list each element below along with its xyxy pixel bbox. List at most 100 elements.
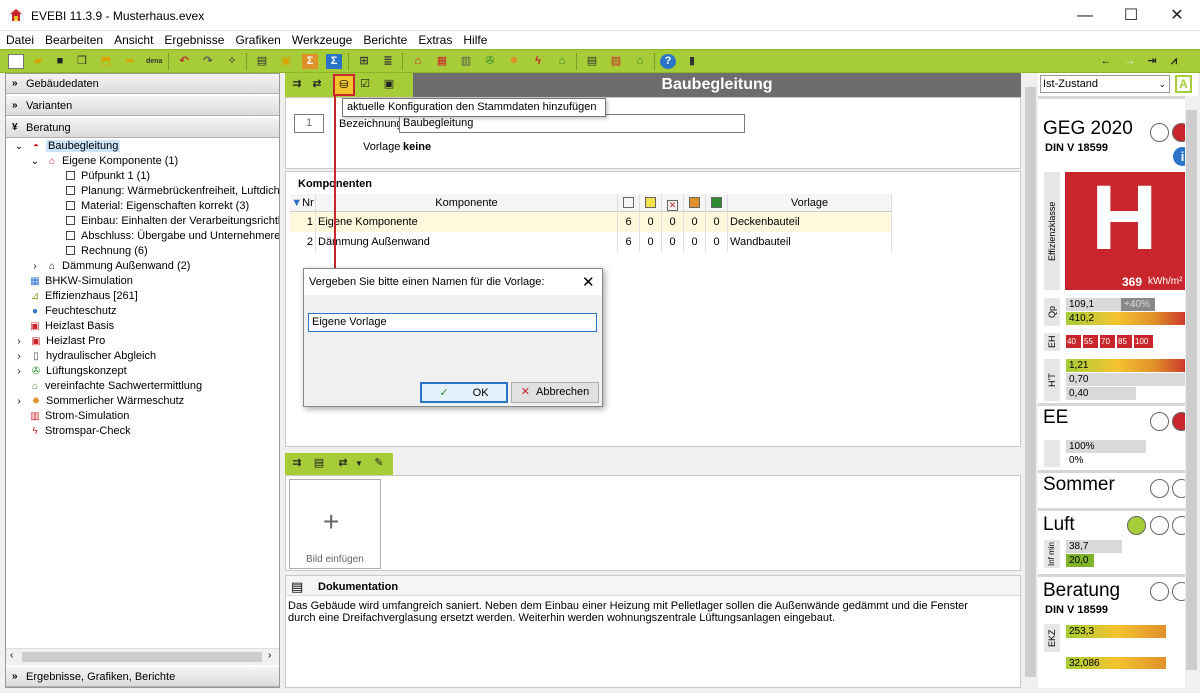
collapse-arrow-icon[interactable]: ›	[12, 364, 26, 379]
col-nr[interactable]: ▼Nr	[290, 194, 316, 212]
table-row[interactable]: 1 Eigene Komponente 6 0 0 0 0 Deckenbaut…	[290, 212, 892, 232]
import-icon[interactable]: ⬒	[98, 54, 114, 69]
tree-item-hydraulik[interactable]: › ▯ hydraulischer Abgleich	[12, 349, 156, 364]
tree-item-lueftung[interactable]: › ✇ Lüftungskonzept	[12, 364, 126, 379]
pin-right-icon[interactable]: ⇥	[1144, 54, 1160, 69]
col-status-empty[interactable]	[618, 194, 640, 212]
minimize-button[interactable]: —	[1062, 0, 1108, 31]
menu-extras[interactable]: Extras	[412, 31, 457, 47]
right-scrollbar[interactable]	[1185, 96, 1198, 688]
tree-item-abschluss[interactable]: Abschluss: Übergabe und Unternehmererkla	[66, 229, 279, 244]
print-report-icon[interactable]: ▨	[608, 54, 624, 69]
cancel-button[interactable]: ✕ Abbrechen	[511, 382, 599, 403]
col-komponente[interactable]: Komponente	[316, 194, 618, 212]
add-item-icon[interactable]: ⇉	[289, 77, 305, 92]
calculator-icon[interactable]: ▣	[278, 54, 294, 69]
tree-item-heizlast-pro[interactable]: › ▣ Heizlast Pro	[12, 334, 105, 349]
tree-item-effizienzhaus[interactable]: ⊿ Effizienzhaus [261]	[28, 289, 138, 304]
redo-icon[interactable]: ↷	[200, 54, 216, 69]
paste-icon[interactable]: ▤	[311, 456, 327, 471]
move-icon[interactable]: ⇄	[309, 77, 325, 92]
scroll-thumb[interactable]	[22, 652, 262, 662]
tree-item-feuchteschutz[interactable]: ● Feuchteschutz	[28, 304, 117, 319]
menu-bearbeiten[interactable]: Bearbeiten	[39, 31, 108, 47]
tree-item-sommer[interactable]: › ✹ Sommerlicher Wärmeschutz	[12, 394, 184, 409]
copy-icon[interactable]: ❐	[74, 54, 90, 69]
ventilation-icon[interactable]: ✇	[482, 54, 498, 69]
export-template-icon[interactable]: ▣	[381, 77, 397, 92]
tree-item-strom-sim[interactable]: ▥ Strom-Simulation	[28, 409, 129, 424]
export-icon[interactable]: ➦	[122, 54, 138, 69]
list-icon[interactable]: ≣	[380, 54, 396, 69]
menu-ergebnisse[interactable]: Ergebnisse	[158, 31, 229, 47]
checkbox-icon[interactable]	[66, 171, 75, 180]
collapse-arrow-icon[interactable]: ›	[12, 334, 26, 349]
vertical-scrollbar[interactable]	[1024, 73, 1037, 688]
scenario-select[interactable]: Ist-Zustand ⌄	[1040, 75, 1170, 93]
tree-item-sachwert[interactable]: ⌂ vereinfachte Sachwertermittlung	[28, 379, 202, 394]
open-folder-icon[interactable]: ▰	[30, 54, 46, 69]
menu-grafiken[interactable]: Grafiken	[229, 31, 285, 47]
tree-item-rechnung[interactable]: Rechnung (6)	[66, 244, 148, 259]
lightning-icon[interactable]: ϟ	[530, 54, 546, 69]
home-check-icon[interactable]: ⌂	[632, 54, 648, 69]
close-button[interactable]: ✕	[1154, 0, 1200, 31]
section-ergebnisse[interactable]: » Ergebnisse, Grafiken, Berichte	[6, 667, 279, 687]
tree-item-einbau[interactable]: Einbau: Einhalten der Verarbeitungsricht…	[66, 214, 279, 229]
calculator-device-icon[interactable]: ▮	[684, 54, 700, 69]
template-name-input[interactable]: Eigene Vorlage	[308, 313, 597, 332]
menu-datei[interactable]: Datei	[0, 31, 39, 47]
house-icon[interactable]: ⌂	[410, 54, 426, 69]
document-icon[interactable]: ▤	[254, 54, 270, 69]
horizontal-scrollbar[interactable]: ‹ ›	[6, 648, 279, 665]
maximize-button[interactable]: ☐	[1108, 0, 1154, 31]
scroll-thumb[interactable]	[1186, 110, 1197, 670]
checklist-icon[interactable]: ☑	[357, 77, 373, 92]
col-vorlage[interactable]: Vorlage	[728, 194, 892, 212]
tree-item-stromspar[interactable]: ϟ Stromspar-Check	[28, 424, 130, 439]
structure-icon[interactable]: ⊞	[356, 54, 372, 69]
add-image-icon[interactable]: ⇉	[289, 456, 305, 471]
menu-ansicht[interactable]: Ansicht	[108, 31, 158, 47]
menu-werkzeuge[interactable]: Werkzeuge	[286, 31, 357, 47]
collapse-arrow-icon[interactable]: ›	[12, 394, 26, 409]
section-beratung[interactable]: ¥ Beratung	[6, 118, 279, 138]
sum-blue-icon[interactable]: Σ	[326, 54, 342, 69]
collapse-arrow-icon[interactable]: ›	[28, 259, 42, 274]
add-to-database-icon[interactable]: ⛁	[333, 74, 355, 96]
undo-icon[interactable]: ↶	[176, 54, 192, 69]
tree-item-planung[interactable]: Planung: Wärmebrückenfreiheit, Luftdicht…	[66, 184, 279, 199]
tree-item-bhkw[interactable]: ▦ BHKW-Simulation	[28, 274, 133, 289]
col-status-yellow[interactable]	[640, 194, 662, 212]
scroll-thumb[interactable]	[1025, 87, 1036, 677]
tree-item-baubegleitung[interactable]: ⌄ ◓ Baubegleitung	[12, 139, 121, 154]
wizard-icon[interactable]: ✧	[224, 54, 240, 69]
scroll-right-icon[interactable]: ›	[268, 650, 271, 661]
tree-item-heizlast-basis[interactable]: ▣ Heizlast Basis	[28, 319, 114, 334]
tree-item-eigene-komponente[interactable]: ⌄ ⌂ Eigene Komponente (1)	[28, 154, 178, 169]
col-status-green[interactable]	[706, 194, 728, 212]
arrow-left-icon[interactable]: ←	[1098, 54, 1114, 69]
checkbox-icon[interactable]	[66, 201, 75, 210]
expand-arrow-icon[interactable]: ⌄	[12, 139, 26, 154]
section-gebaeudedaten[interactable]: » Gebäudedaten	[6, 74, 279, 94]
sum-icon[interactable]: Σ	[302, 54, 318, 69]
documentation-text[interactable]: Das Gebäude wird umfangreich saniert. Ne…	[288, 600, 988, 624]
save-icon[interactable]: ■	[52, 54, 68, 69]
insert-image-tile[interactable]: + Bild einfügen	[289, 479, 381, 569]
ok-button[interactable]: ✓ OK	[420, 382, 508, 403]
report-icon[interactable]: ▦	[434, 54, 450, 69]
dialog-close-icon[interactable]: ✕	[582, 273, 595, 291]
value-house-icon[interactable]: ⌂	[554, 54, 570, 69]
col-status-orange[interactable]	[684, 194, 706, 212]
menu-hilfe[interactable]: Hilfe	[457, 31, 492, 47]
help-icon[interactable]: ?	[660, 54, 676, 69]
scroll-left-icon[interactable]: ‹	[10, 650, 13, 661]
dena-icon[interactable]: dena	[146, 54, 162, 69]
col-status-cross[interactable]: ✕	[662, 194, 684, 212]
menu-berichte[interactable]: Berichte	[357, 31, 412, 47]
checkbox-icon[interactable]	[66, 186, 75, 195]
chart-line-icon[interactable]: ⩘	[1166, 54, 1182, 69]
tree-item-material[interactable]: Material: Eigenschaften korrekt (3)	[66, 199, 249, 214]
printer-icon[interactable]: ▤	[584, 54, 600, 69]
